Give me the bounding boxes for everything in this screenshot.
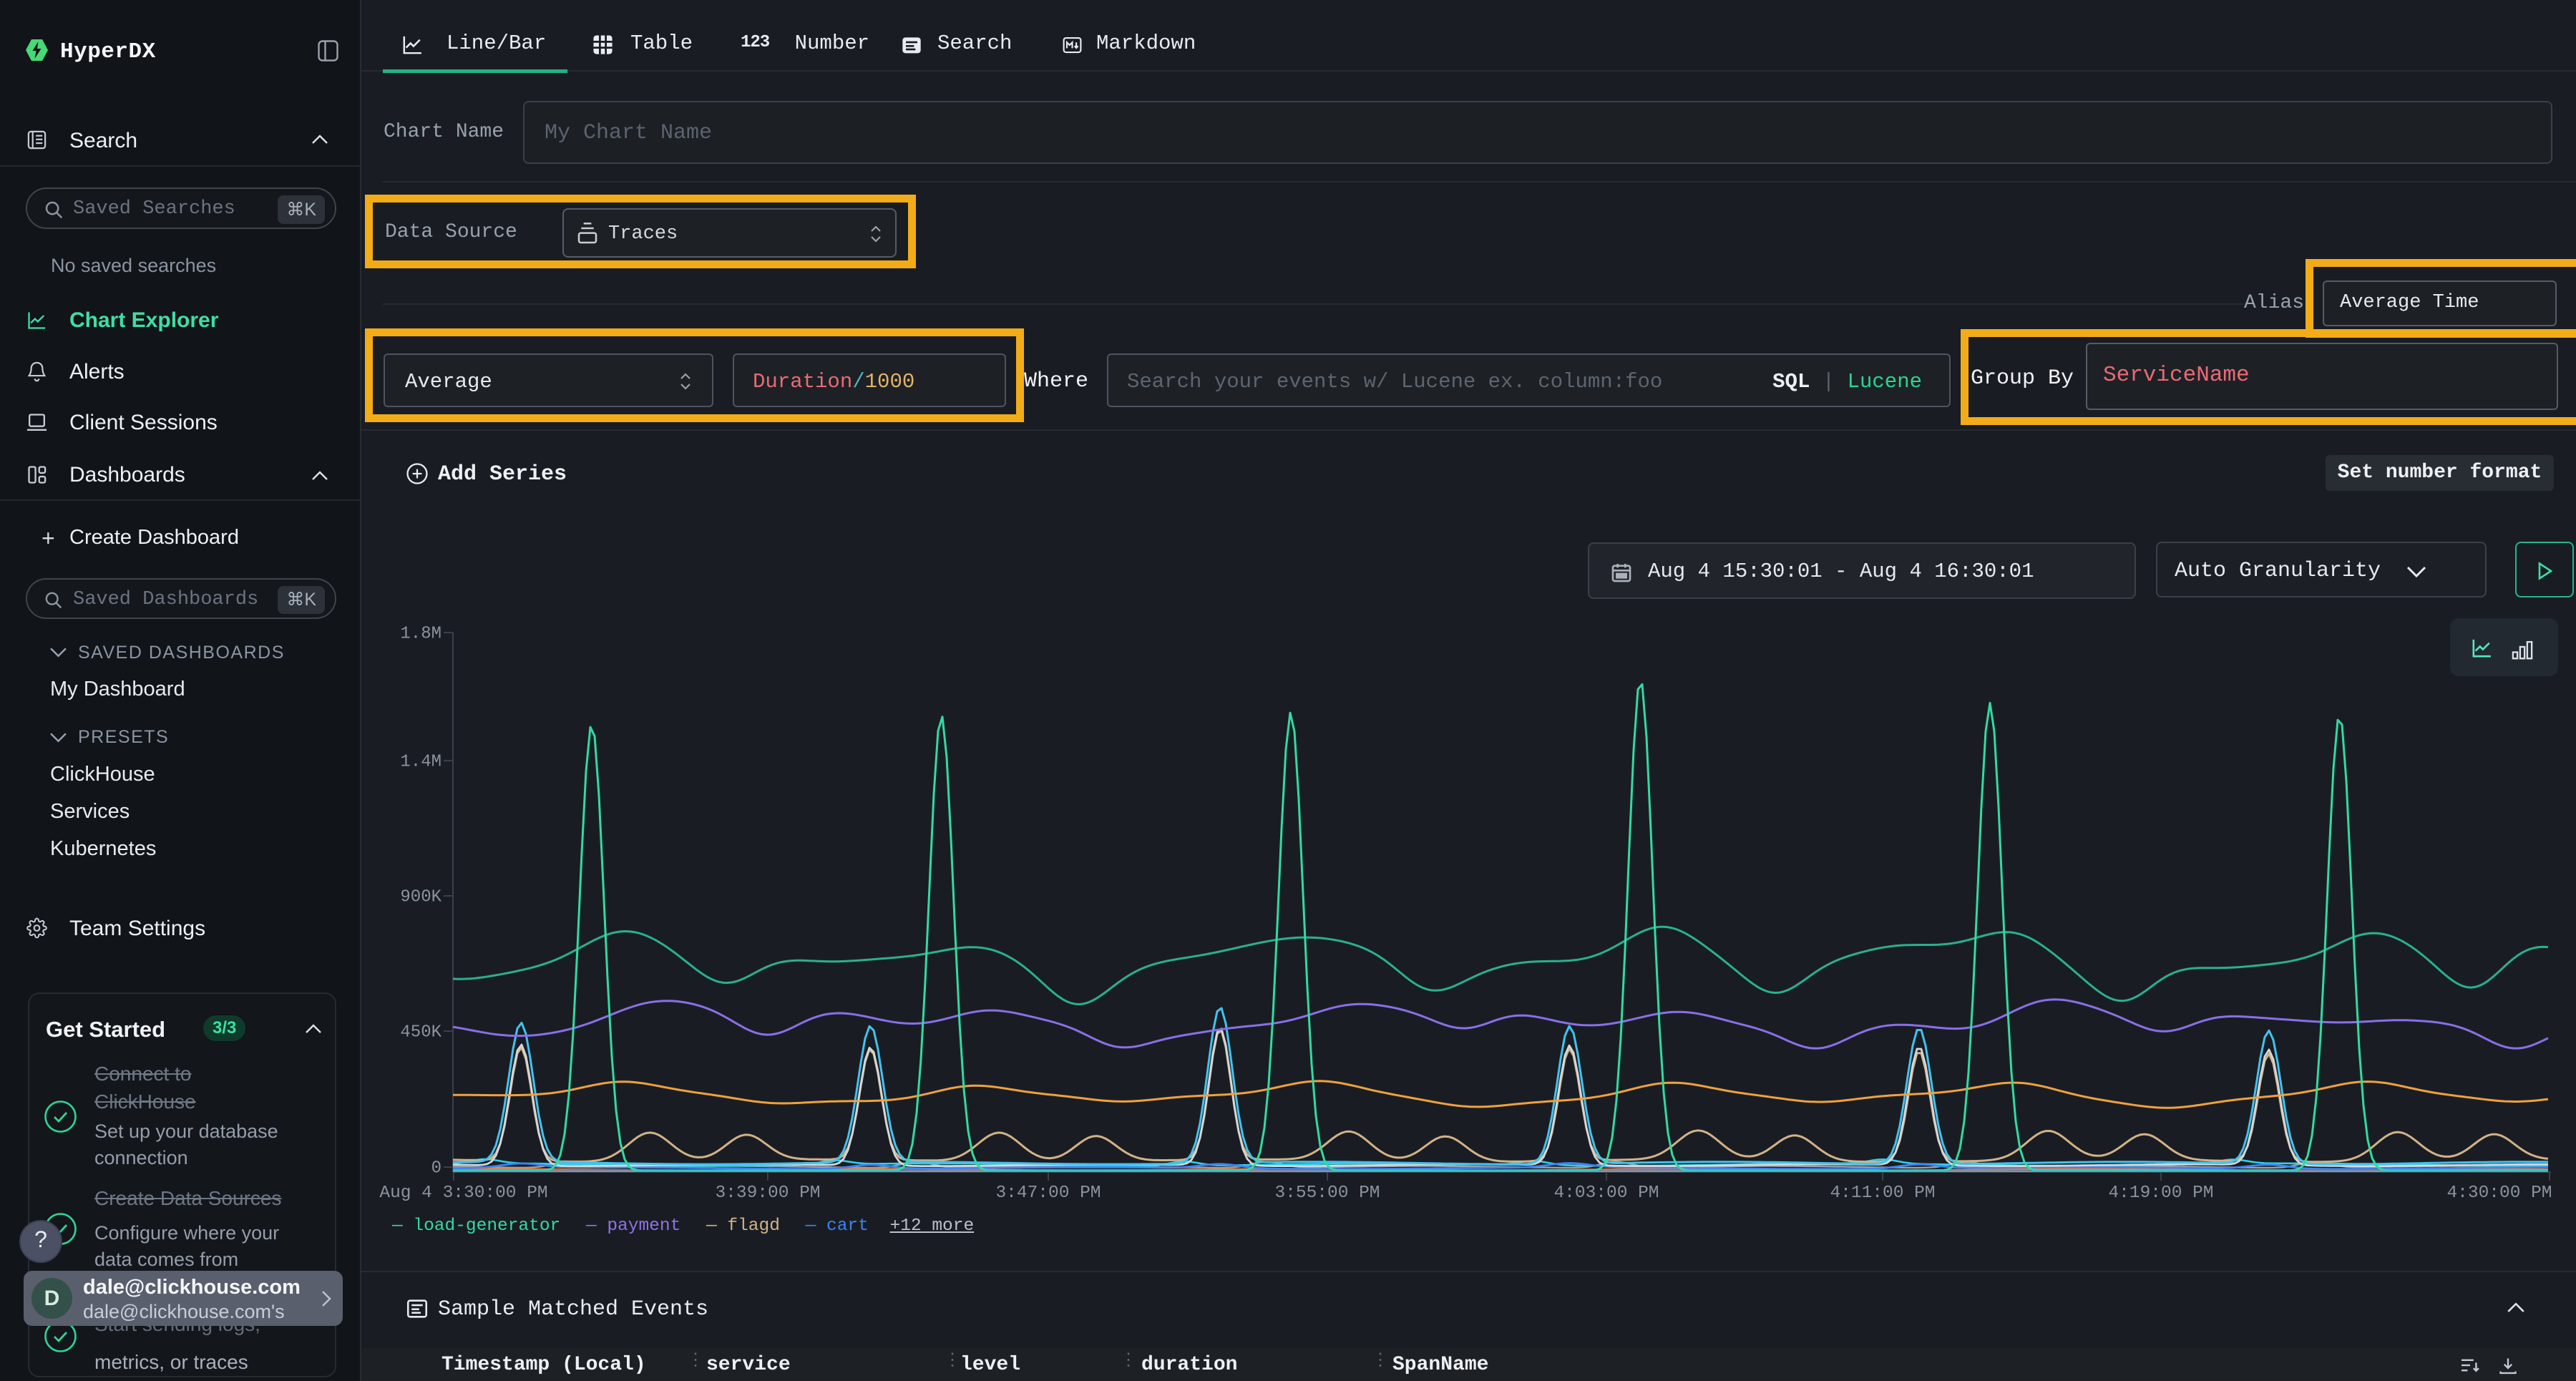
- svg-text:Aug 4 3:30:00 PM: Aug 4 3:30:00 PM: [379, 1184, 547, 1203]
- svg-text:0: 0: [431, 1158, 441, 1178]
- svg-text:3:55:00 PM: 3:55:00 PM: [1274, 1184, 1380, 1203]
- svg-text:4:11:00 PM: 4:11:00 PM: [1830, 1184, 1935, 1203]
- svg-text:1.4M: 1.4M: [400, 752, 441, 771]
- svg-text:450K: 450K: [400, 1023, 441, 1042]
- svg-text:4:03:00 PM: 4:03:00 PM: [1553, 1184, 1659, 1203]
- svg-text:900K: 900K: [400, 887, 441, 907]
- svg-text:3:47:00 PM: 3:47:00 PM: [995, 1184, 1101, 1203]
- svg-text:1.8M: 1.8M: [400, 624, 441, 643]
- svg-text:4:30:00 PM: 4:30:00 PM: [2446, 1184, 2552, 1203]
- svg-text:4:19:00 PM: 4:19:00 PM: [2108, 1184, 2213, 1203]
- svg-text:3:39:00 PM: 3:39:00 PM: [715, 1184, 820, 1203]
